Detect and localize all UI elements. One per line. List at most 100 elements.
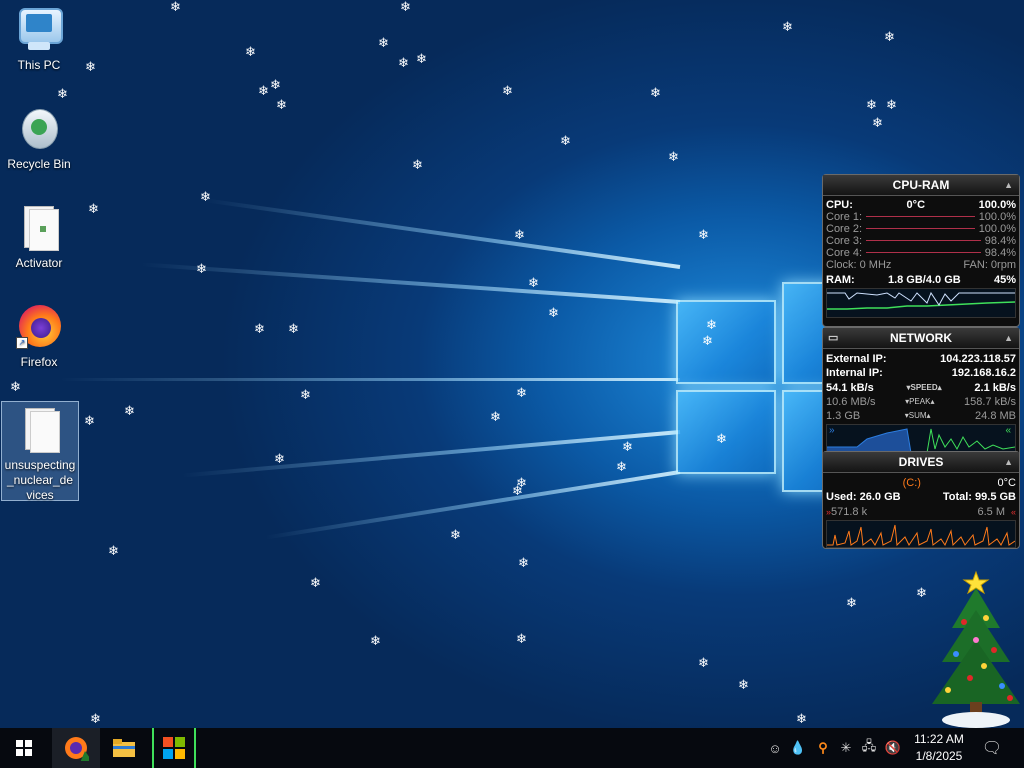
snowflake-icon: ❄ [196,261,207,276]
snowflake-icon: ❄ [518,555,529,570]
snowflake-icon: ❄ [378,35,389,50]
snowflake-icon: ❄ [706,317,717,332]
cpu-history-graph [826,288,1016,318]
core-label: Core 2: [826,223,863,235]
clock-date: 1/8/2025 [915,749,963,763]
network-icon[interactable]: 🖧 [858,728,880,768]
people-icon[interactable]: ☺ [764,728,786,768]
download-peak: 10.6 MB/s [826,396,876,408]
core-bar [866,216,975,217]
volume-muted-icon[interactable]: 🔇 [882,728,904,768]
collapse-caret-icon[interactable]: ▲ [1004,328,1013,348]
drives-title: DRIVES [898,455,944,469]
external-ip-label: External IP: [826,353,887,365]
upload-sum: 24.8 MB [975,410,1016,422]
snowflake-icon: ❄ [270,77,281,92]
snowflake-icon: ❄ [514,227,525,242]
snowflake-icon: ❄ [10,379,21,394]
upload-speed: 2.1 kB/s [974,382,1016,394]
snowflake-icon: ❄ [490,409,501,424]
download-arrow-icon: » [829,425,835,436]
drive-temp: 0°C [997,477,1016,489]
drive-activity-graph [826,520,1016,548]
snowflake-icon: ❄ [716,431,727,446]
cpu-label: CPU: [826,199,853,211]
snowflake-icon: ❄ [170,0,181,14]
clock-speed: Clock: 0 MHz [826,259,892,271]
this-pc-icon[interactable]: This PC [0,2,78,73]
drive-used: Used: 26.0 GB [826,491,901,503]
snowflake-icon: ❄ [528,275,539,290]
ram-label: RAM: [826,274,855,286]
drives-gadget: DRIVES ▲ (C:) 0°C Used: 26.0 GB Total: 9… [822,451,1020,549]
snowflake-icon: ❄ [124,403,135,418]
download-speed: 54.1 kB/s [826,382,874,394]
upload-arrow-icon: « [1005,425,1011,436]
speed-label: ▾SPEED▴ [906,383,942,392]
unsuspecting-nuclear-devices-icon[interactable]: unsuspecting_nuclear_devices [1,401,79,502]
firefox-icon[interactable]: ↗ Firefox [0,299,78,370]
snowflake-icon: ❄ [886,97,897,112]
taskbar-store[interactable] [152,728,196,768]
firefox-logo-icon: ↗ [16,303,62,349]
core-label: Core 4: [826,247,863,259]
snowflake-icon: ❄ [108,543,119,558]
snowflake-icon: ❄ [698,227,709,242]
collapse-caret-icon[interactable]: ▲ [1004,175,1013,195]
snowflake-icon: ❄ [258,83,269,98]
snowflake-icon: ❄ [370,633,381,648]
network-header[interactable]: ▭ NETWORK ▲ [823,328,1019,349]
cpu-ram-header[interactable]: CPU-RAM ▲ [823,175,1019,196]
search-magnifier-icon[interactable]: ⚲ [812,728,834,768]
snowflake-icon: ❄ [650,85,661,100]
drive-total: Total: 99.5 GB [942,491,1016,503]
droplet-icon[interactable]: 💧 [788,728,808,768]
snowflake-icon: ❄ [412,157,423,172]
snowflake-icon: ❄ [616,459,627,474]
drives-header[interactable]: DRIVES ▲ [823,452,1019,473]
folder-icon [113,739,135,757]
snowflake-icon: ❄ [846,595,857,610]
store-icon [163,737,185,759]
snowflake-icon: ❄ [300,387,311,402]
write-arrow-icon: « [1010,507,1016,517]
action-center-icon[interactable]: 🗨 [978,728,1006,768]
core-value: 98.4% [984,235,1016,247]
snowflake-icon: ❄ [288,321,299,336]
snowflake-icon: ❄ [310,575,321,590]
snowflake-icon: ❄ [88,201,99,216]
light-ray [181,430,681,478]
collapse-caret-icon[interactable]: ▲ [1004,452,1013,472]
asterisk-icon[interactable]: ✳ [836,728,856,768]
core-bar [866,228,975,229]
activator-icon[interactable]: Activator [0,200,78,271]
clock-time: 11:22 AM [914,732,964,746]
christmas-tree-icon [924,566,1024,730]
snowflake-icon: ❄ [884,29,895,44]
light-ray [264,470,681,540]
internal-ip-label: Internal IP: [826,367,883,379]
core-label: Core 1: [826,211,863,223]
core-value: 100.0% [978,223,1016,235]
taskbar-clock[interactable]: 11:22 AM 1/8/2025 [904,731,974,765]
snowflake-icon: ❄ [516,475,527,490]
snowflake-icon: ❄ [85,59,96,74]
snowflake-icon: ❄ [516,385,527,400]
snowflake-icon: ❄ [400,0,411,14]
snowflake-icon: ❄ [548,305,559,320]
snowflake-icon: ❄ [245,44,256,59]
recycle-bin-icon[interactable]: Recycle Bin [0,101,78,172]
core-value: 98.4% [984,247,1016,259]
snowflake-icon: ❄ [274,451,285,466]
light-ray [60,378,680,381]
snowflake-icon: ❄ [84,413,95,428]
firefox-label: Firefox [20,355,58,369]
cpu-ram-gadget: CPU-RAM ▲ CPU: 0°C 100.0% Core 1: 100.0% … [822,174,1020,327]
external-ip-value: 104.223.118.57 [940,353,1016,365]
unsuspecting-nuclear-devices-label: unsuspecting_nuclear_devices [4,458,76,502]
peak-label: ▾PEAK▴ [905,397,935,406]
taskbar-file-explorer[interactable] [100,728,148,768]
start-button[interactable] [0,728,48,768]
taskbar-firefox[interactable] [52,728,100,768]
snowflake-icon: ❄ [416,51,427,66]
